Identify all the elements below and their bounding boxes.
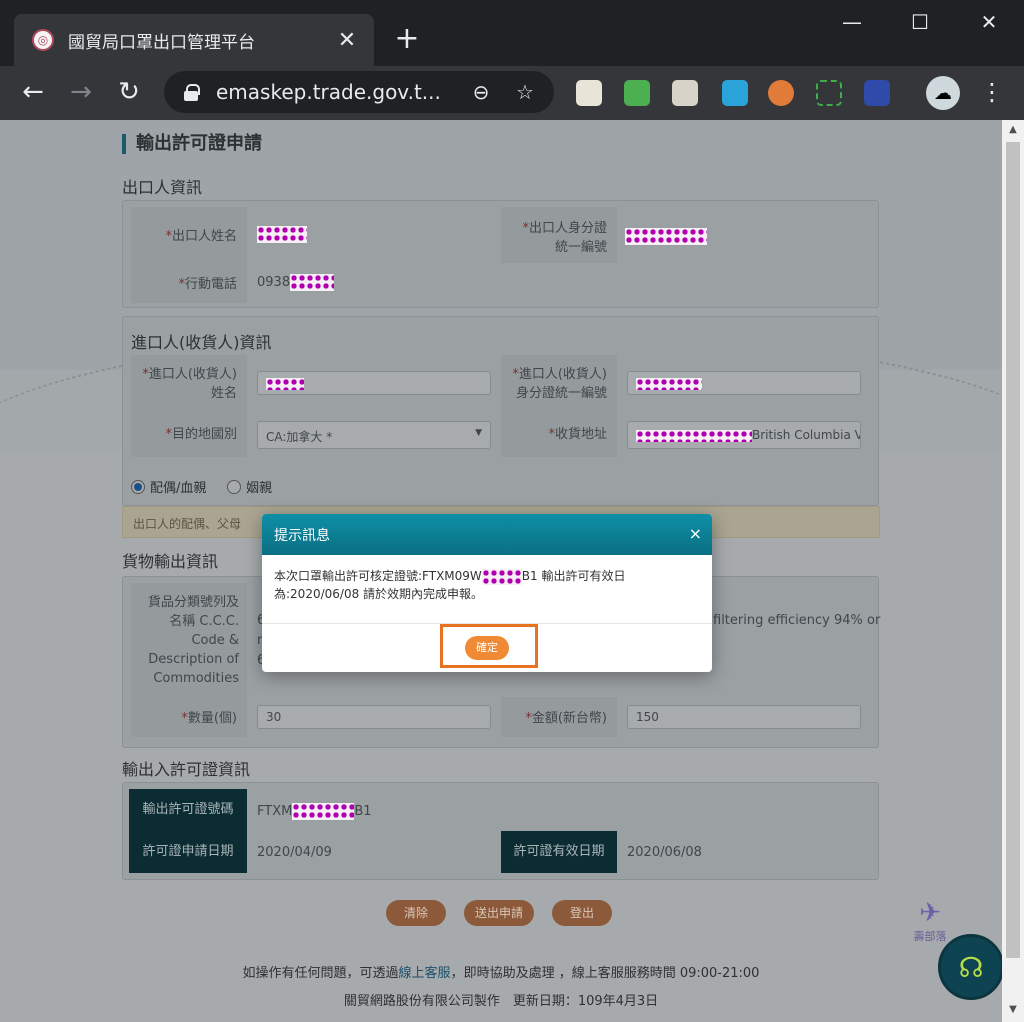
bookmark-star-icon[interactable]: ☆ (510, 80, 540, 104)
address-input[interactable]: British Columbia V (627, 421, 861, 449)
quantity-label: *數量(個) (181, 711, 237, 726)
license-panel: 輸出許可證號碼 FTXM B1 許可證申請日期 2020/04/09 許可證有效日… (122, 782, 879, 880)
tab-title: 國貿局口罩出口管理平台 (68, 32, 255, 53)
amount-input[interactable]: 150 (627, 705, 861, 729)
relation-option-spouse[interactable]: 配偶/血親 (131, 477, 206, 496)
importer-section-title: 進口人(收貨人)資訊 (131, 333, 272, 352)
redacted-mask (257, 226, 307, 243)
redacted-mask (636, 377, 702, 390)
exporter-id-value (625, 228, 707, 245)
dialog-header: 提示訊息 × (262, 514, 712, 555)
exporter-panel: *出口人姓名 *出口人身分證 統一編號 *行動電話 0938 (122, 200, 879, 308)
redacted-mask (481, 568, 522, 585)
redacted-mask (290, 274, 335, 291)
exporter-phone-label: *行動電話 (178, 277, 237, 292)
scroll-down-arrow-icon[interactable]: ▼ (1002, 1004, 1024, 1020)
dropdown-arrow-icon: ▼ (475, 428, 482, 438)
amount-label: *金額(新台幣) (525, 711, 607, 726)
apply-date-label: 許可證申請日期 (129, 831, 247, 873)
site-favicon-icon: ◎ (32, 29, 54, 51)
url-text: emaskep.trade.gov.t... (216, 80, 441, 104)
extension-notes-icon[interactable] (576, 80, 602, 106)
submit-button[interactable]: 送出申請 (464, 900, 534, 926)
goods-description-text: filtering efficiency 94% or (713, 613, 881, 628)
browser-chrome: ◎ 國貿局口罩出口管理平台 ✕ + — ☐ ✕ ← → ↻ emaskep.tr… (0, 0, 1024, 120)
page-viewport: 輸出許可證申請 出口人資訊 *出口人姓名 *出口人身分證 統一編號 *行動電話 0… (0, 120, 1002, 1022)
scroll-up-arrow-icon[interactable]: ▲ (1002, 124, 1024, 140)
importer-id-input[interactable] (627, 371, 861, 395)
dialog-footer: 確定 (262, 624, 712, 672)
paper-plane-icon: ✈ (919, 898, 941, 928)
exporter-name-value (257, 226, 307, 243)
address-bar[interactable]: emaskep.trade.gov.t... ⊖ ☆ (164, 71, 554, 113)
logout-button[interactable]: 登出 (552, 900, 612, 926)
customer-service-headset-icon[interactable]: ☊ (938, 934, 1002, 1000)
extension-clipboard-icon[interactable] (672, 80, 698, 106)
expiry-date-label: 許可證有效日期 (501, 831, 617, 873)
minimize-button[interactable]: — (832, 10, 872, 34)
destination-select[interactable]: CA:加拿大 * ▼ (257, 421, 491, 449)
importer-name-input[interactable] (257, 371, 491, 395)
destination-label: *目的地國別 (165, 427, 237, 442)
extension-avatar-icon[interactable] (768, 80, 794, 106)
apply-date-value: 2020/04/09 (257, 845, 332, 860)
expiry-date-value: 2020/06/08 (627, 845, 702, 860)
alert-dialog: 提示訊息 × 本次口罩輸出許可核定證號:FTXM09W B1 輸出許可有效日 為:… (262, 514, 712, 672)
footer-support-line: 如操作有任何問題，可透過線上客服，即時協助及處理 ，線上客服服務時間 09:00… (242, 966, 760, 981)
importer-name-label: *進口人(收貨人) 姓名 (142, 367, 237, 401)
exporter-section-title: 出口人資訊 (122, 178, 203, 197)
radio-selected-icon (131, 479, 145, 494)
footer-credit-line: 關貿網路股份有限公司製作 更新日期：109年4月3日 (343, 994, 659, 1009)
exporter-id-label: *出口人身分證 統一編號 (522, 221, 607, 255)
browser-toolbar: ← → ↻ emaskep.trade.gov.t... ⊖ ☆ ☁ ⋮ (0, 66, 1024, 120)
page-title: 輸出許可證申請 (122, 134, 262, 154)
redacted-mask (292, 803, 355, 820)
extension-mail-icon[interactable] (624, 80, 650, 106)
confirm-button[interactable]: 確定 (465, 636, 509, 660)
maximize-button[interactable]: ☐ (900, 10, 940, 34)
online-support-link[interactable]: 線上客服 (399, 966, 451, 981)
redacted-mask (266, 377, 304, 390)
tab-close-icon[interactable]: ✕ (334, 28, 360, 53)
forward-arrow-icon[interactable]: → (64, 76, 98, 110)
exporter-phone-value: 0938 (257, 274, 335, 291)
license-number-value: FTXM B1 (257, 803, 372, 820)
reload-icon[interactable]: ↻ (112, 76, 146, 110)
license-section-title: 輸出入許可證資訊 (122, 760, 251, 779)
new-tab-button[interactable]: + (392, 22, 422, 56)
goods-code-label: 貨品分類號列及 名稱 C.C.C. Code & Description of Comm… (147, 595, 239, 686)
clear-button[interactable]: 清除 (386, 900, 446, 926)
profile-avatar-icon[interactable]: ☁ (926, 76, 960, 110)
dialog-message: 本次口罩輸出許可核定證號:FTXM09W B1 輸出許可有效日 為:2020/06… (262, 555, 712, 624)
zoom-icon[interactable]: ⊖ (466, 80, 496, 104)
extension-screenshot-icon[interactable] (816, 80, 842, 106)
address-label: *收貨地址 (548, 427, 607, 442)
extension-share-icon[interactable] (722, 80, 748, 106)
redacted-mask (636, 429, 752, 442)
browser-menu-icon[interactable]: ⋮ (980, 78, 1004, 106)
relation-option-in-law[interactable]: 姻親 (227, 477, 272, 496)
scrollbar-thumb[interactable] (1006, 142, 1020, 958)
browser-tab[interactable]: ◎ 國貿局口罩出口管理平台 ✕ (14, 14, 374, 66)
goods-section-title: 貨物輸出資訊 (122, 552, 219, 571)
back-arrow-icon[interactable]: ← (16, 76, 50, 110)
extension-search-icon[interactable] (864, 80, 890, 106)
dialog-close-icon[interactable]: × (689, 524, 702, 543)
importer-id-label: *進口人(收貨人) 身分證統一編號 (512, 367, 607, 401)
radio-unselected-icon (227, 479, 241, 494)
quantity-input[interactable]: 30 (257, 705, 491, 729)
importer-panel: 進口人(收貨人)資訊 *進口人(收貨人) 姓名 *進口人(收貨人) 身分證統一編號 … (122, 316, 879, 506)
lock-icon (184, 84, 200, 101)
license-number-label: 輸出許可證號碼 (129, 789, 247, 831)
exporter-name-label: *出口人姓名 (165, 229, 237, 244)
redacted-mask (625, 228, 707, 245)
dialog-title: 提示訊息 (274, 528, 330, 544)
window-close-button[interactable]: ✕ (969, 10, 1009, 34)
